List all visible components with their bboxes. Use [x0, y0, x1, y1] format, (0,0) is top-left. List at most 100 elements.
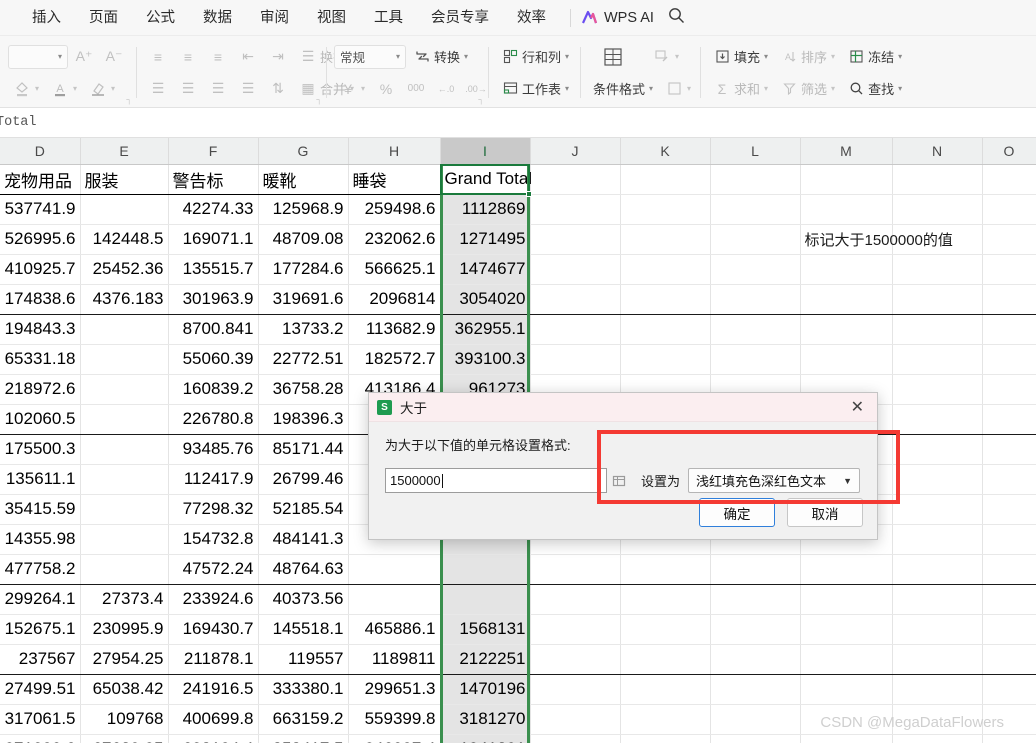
cell-o2[interactable]	[982, 194, 1036, 225]
cell-g8[interactable]: 36758.28	[258, 374, 349, 405]
cell-j4[interactable]	[530, 254, 621, 285]
cell-o3[interactable]	[982, 224, 1036, 255]
align-center-button[interactable]: ☰	[174, 76, 202, 102]
cell-f3[interactable]: 169071.1	[168, 224, 259, 255]
cell-h6[interactable]: 113682.9	[348, 314, 441, 345]
cell-e8[interactable]	[80, 374, 169, 405]
cell-o19[interactable]	[982, 704, 1036, 735]
cell-n14[interactable]	[892, 554, 983, 585]
cell-h3[interactable]: 232062.6	[348, 224, 441, 255]
cell-l4[interactable]	[710, 254, 801, 285]
cell-n7[interactable]	[892, 344, 983, 375]
cell-g19[interactable]: 663159.2	[258, 704, 349, 735]
cell-n16[interactable]	[892, 614, 983, 645]
cell-l7[interactable]	[710, 344, 801, 375]
cell-o13[interactable]	[982, 524, 1036, 555]
cell-g2[interactable]: 125968.9	[258, 194, 349, 225]
cell-e11[interactable]	[80, 464, 169, 495]
cell-f7[interactable]: 55060.39	[168, 344, 259, 375]
cell-j6[interactable]	[530, 314, 621, 345]
cell-k16[interactable]	[620, 614, 711, 645]
menu-item-review[interactable]: 审阅	[246, 0, 303, 36]
column-header-f[interactable]: F	[168, 138, 259, 165]
cell-d7[interactable]: 65331.18	[0, 344, 81, 375]
clear-format-button[interactable]: ▾	[84, 76, 120, 102]
increase-indent-button[interactable]: ⇥	[264, 44, 292, 70]
cell-l20[interactable]	[710, 734, 801, 743]
cell-m14[interactable]	[800, 554, 893, 585]
cell-o7[interactable]	[982, 344, 1036, 375]
find-button[interactable]: 查找 ▾	[842, 76, 907, 102]
cell-m20[interactable]	[800, 734, 893, 743]
cell-n11[interactable]	[892, 464, 983, 495]
cell-h20[interactable]: 246087.4	[348, 734, 441, 743]
cell-j16[interactable]	[530, 614, 621, 645]
cell-h17[interactable]: 1189811	[348, 644, 441, 675]
currency-format-button[interactable]: ¥ ▾	[334, 76, 370, 102]
cell-i4[interactable]: 1474677	[440, 254, 531, 285]
align-left-button[interactable]: ☰	[144, 76, 172, 102]
sort-button[interactable]: A 排序 ▾	[775, 44, 840, 70]
cell-k14[interactable]	[620, 554, 711, 585]
cell-i19[interactable]: 3181270	[440, 704, 531, 735]
cell-n20[interactable]	[892, 734, 983, 743]
alignment-dialog-launcher[interactable]: ┐	[316, 95, 322, 104]
cell-k3[interactable]	[620, 224, 711, 255]
cell-d4[interactable]: 410925.7	[0, 254, 81, 285]
cell-g10[interactable]: 85171.44	[258, 434, 349, 465]
cell-k1[interactable]	[620, 164, 711, 195]
cell-f4[interactable]: 135515.7	[168, 254, 259, 285]
cell-g18[interactable]: 333380.1	[258, 674, 349, 705]
cell-g15[interactable]: 40373.56	[258, 584, 349, 615]
cell-g14[interactable]: 48764.63	[258, 554, 349, 585]
cell-n4[interactable]	[892, 254, 983, 285]
conditional-format-button[interactable]: 条件格式 ▾	[588, 76, 658, 102]
cell-j15[interactable]	[530, 584, 621, 615]
cell-g5[interactable]: 319691.6	[258, 284, 349, 315]
cell-o16[interactable]	[982, 614, 1036, 645]
cell-d10[interactable]: 175500.3	[0, 434, 81, 465]
cell-h4[interactable]: 566625.1	[348, 254, 441, 285]
column-header-k[interactable]: K	[620, 138, 711, 165]
menu-item-view[interactable]: 视图	[303, 0, 360, 36]
column-header-m[interactable]: M	[800, 138, 893, 165]
cell-l6[interactable]	[710, 314, 801, 345]
cell-j17[interactable]	[530, 644, 621, 675]
wps-ai-button[interactable]: WPS AI	[581, 10, 654, 26]
worksheet-button[interactable]: 工作表 ▾	[496, 76, 574, 102]
cell-k6[interactable]	[620, 314, 711, 345]
cell-i17[interactable]: 2122251	[440, 644, 531, 675]
cell-m6[interactable]	[800, 314, 893, 345]
cell-h16[interactable]: 465886.1	[348, 614, 441, 645]
column-header-l[interactable]: L	[710, 138, 801, 165]
cell-n17[interactable]	[892, 644, 983, 675]
cell-m2[interactable]	[800, 194, 893, 225]
column-header-i[interactable]: I	[440, 138, 531, 165]
cell-i3[interactable]: 1271495	[440, 224, 531, 255]
cell-h5[interactable]: 2096814	[348, 284, 441, 315]
cell-l3[interactable]	[710, 224, 801, 255]
cell-e9[interactable]	[80, 404, 169, 435]
cell-i7[interactable]: 393100.3	[440, 344, 531, 375]
menu-item-data[interactable]: 数据	[189, 0, 246, 36]
cell-n5[interactable]	[892, 284, 983, 315]
cell-g7[interactable]: 22772.51	[258, 344, 349, 375]
decrease-indent-button[interactable]: ⇤	[234, 44, 262, 70]
font-color-button[interactable]: A ▾	[46, 76, 82, 102]
cell-m16[interactable]	[800, 614, 893, 645]
cell-g3[interactable]: 48709.08	[258, 224, 349, 255]
cell-i18[interactable]: 1470196	[440, 674, 531, 705]
cell-style-button[interactable]	[596, 44, 630, 70]
number-dialog-launcher[interactable]: ┐	[478, 95, 484, 104]
cell-k15[interactable]	[620, 584, 711, 615]
cell-k20[interactable]	[620, 734, 711, 743]
cell-d8[interactable]: 218972.6	[0, 374, 81, 405]
cell-n6[interactable]	[892, 314, 983, 345]
cell-d5[interactable]: 174838.6	[0, 284, 81, 315]
align-justify-button[interactable]: ☰	[234, 76, 262, 102]
cell-g17[interactable]: 119557	[258, 644, 349, 675]
cell-g9[interactable]: 198396.3	[258, 404, 349, 435]
cell-d2[interactable]: 537741.9	[0, 194, 81, 225]
cell-h18[interactable]: 299651.3	[348, 674, 441, 705]
align-top-button[interactable]: ≡	[144, 44, 172, 70]
